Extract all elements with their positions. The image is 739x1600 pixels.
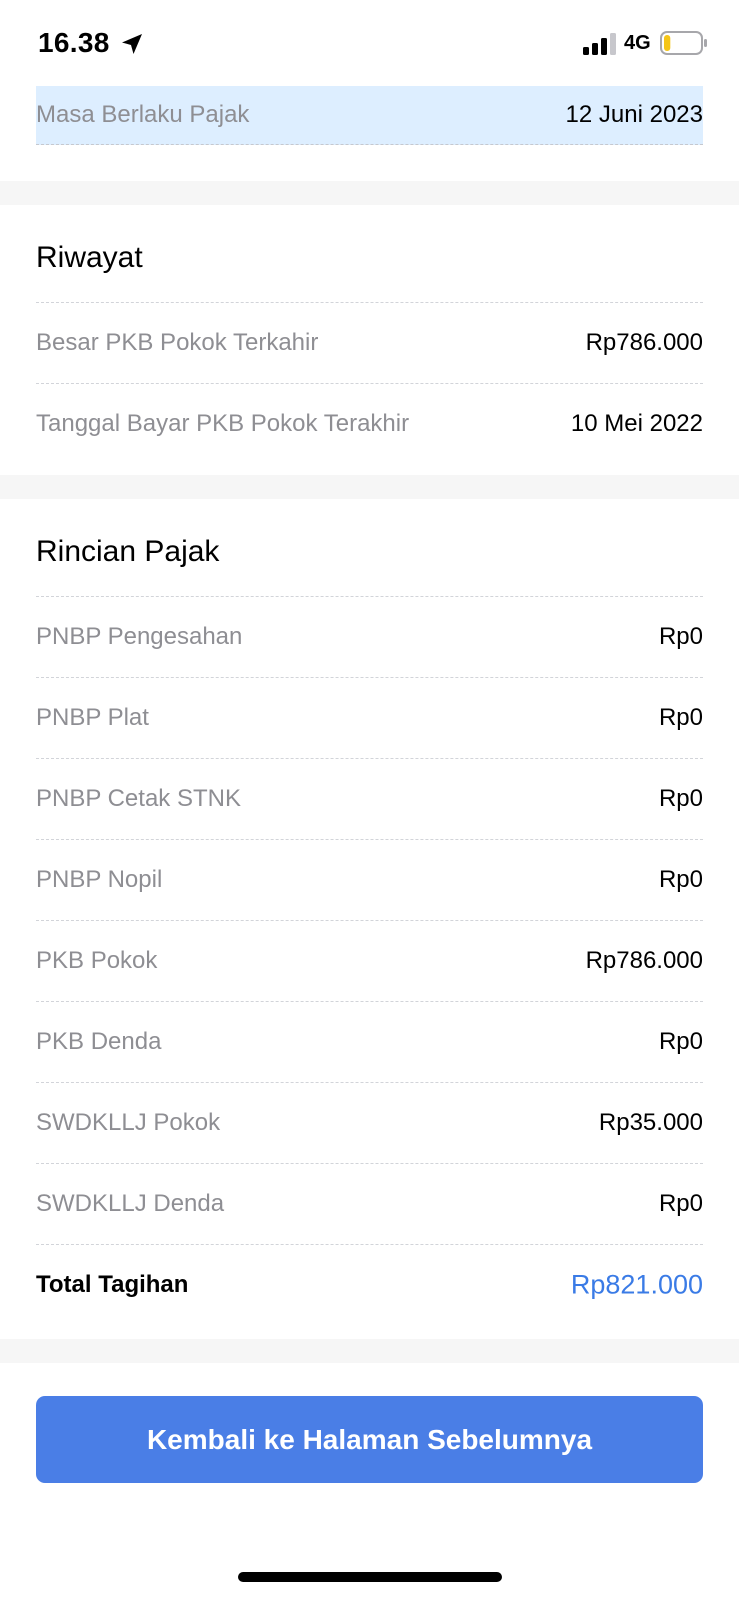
row-label: SWDKLLJ Pokok [36,1109,221,1136]
row-label: PNBP Cetak STNK [36,785,241,812]
history-title: Riwayat [36,241,143,274]
tax-row-pkb-denda: PKB Denda Rp0 [36,1001,703,1082]
home-indicator[interactable] [238,1572,502,1582]
tax-row-pnbp-plat: PNBP Plat Rp0 [36,677,703,758]
row-label: PKB Pokok [36,947,158,974]
tax-validity-value: 12 Juni 2023 [565,101,703,128]
row-value: Rp786.000 [585,329,703,356]
history-row-last-pkb: Besar PKB Pokok Terkahir Rp786.000 [36,302,703,383]
location-arrow-icon [122,34,142,54]
row-label: PNBP Pengesahan [36,623,243,650]
row-label: PKB Denda [36,1028,162,1055]
row-value: Rp0 [658,866,703,893]
tax-validity-row: Masa Berlaku Pajak 12 Juni 2023 [36,86,703,145]
row-label: Tanggal Bayar PKB Pokok Terakhir [36,410,410,437]
battery-low-icon [660,31,707,55]
row-value: Rp786.000 [585,947,703,974]
row-value: Rp0 [658,704,703,731]
status-bar: 16.38 4G [0,0,739,86]
tax-row-pkb-pokok: PKB Pokok Rp786.000 [36,920,703,1001]
row-value: Rp0 [658,785,703,812]
back-to-previous-page-button[interactable]: Kembali ke Halaman Sebelumnya [36,1396,703,1483]
row-label: SWDKLLJ Denda [36,1190,225,1217]
tax-details-rows: PNBP Pengesahan Rp0 PNBP Plat Rp0 PNBP C… [36,596,703,1325]
tax-row-pnbp-cetak-stnk: PNBP Cetak STNK Rp0 [36,758,703,839]
tax-row-pnbp-nopil: PNBP Nopil Rp0 [36,839,703,920]
row-value: Rp0 [658,623,703,650]
history-row-last-payment-date: Tanggal Bayar PKB Pokok Terakhir 10 Mei … [36,383,703,464]
section-divider [0,475,739,499]
screen: 16.38 4G Masa Berlaku Pajak 12 Juni 2023… [0,0,739,1600]
network-type: 4G [624,32,651,54]
total-bill-row: Total Tagihan Rp821.000 [36,1244,703,1325]
row-value: 10 Mei 2022 [570,410,703,437]
row-label: Besar PKB Pokok Terkahir [36,329,319,356]
row-label: PNBP Plat [36,704,149,731]
total-bill-label: Total Tagihan [36,1271,189,1298]
history-section: Riwayat Besar PKB Pokok Terkahir Rp786.0… [0,205,739,475]
row-value: Rp0 [658,1028,703,1055]
tax-row-pnbp-pengesahan: PNBP Pengesahan Rp0 [36,596,703,677]
row-value: Rp0 [658,1190,703,1217]
row-value: Rp35.000 [598,1109,703,1136]
status-time: 16.38 [38,27,110,58]
history-rows: Besar PKB Pokok Terkahir Rp786.000 Tangg… [36,302,703,464]
tax-details-section: Rincian Pajak PNBP Pengesahan Rp0 PNBP P… [0,499,739,1339]
tax-details-title: Rincian Pajak [36,535,220,568]
tax-validity-label: Masa Berlaku Pajak [36,101,250,128]
signal-bars-icon [583,33,616,55]
total-bill-value: Rp821.000 [570,1269,703,1300]
tax-row-swdkllj-denda: SWDKLLJ Denda Rp0 [36,1163,703,1244]
section-divider [0,181,739,205]
section-divider [0,1339,739,1363]
tax-row-swdkllj-pokok: SWDKLLJ Pokok Rp35.000 [36,1082,703,1163]
row-label: PNBP Nopil [36,866,163,893]
